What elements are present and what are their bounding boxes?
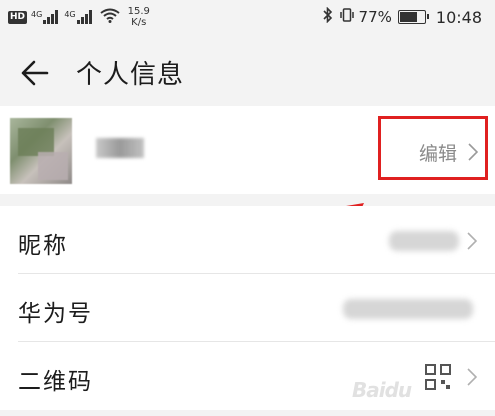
battery-percent: 77% — [358, 8, 392, 26]
status-left: HD 4G 4G 15.9 K/s — [8, 6, 150, 28]
sim2-network-label: 4G — [64, 10, 76, 19]
battery-icon — [397, 10, 429, 24]
nickname-value-redacted — [389, 231, 459, 251]
info-list: 昵称 华为号 二维码 — [0, 206, 495, 410]
profile-name-redacted — [96, 138, 144, 158]
nickname-label: 昵称 — [18, 233, 68, 259]
huawei-id-value-redacted — [343, 299, 473, 319]
list-item-nickname[interactable]: 昵称 — [0, 206, 495, 274]
app-header: 个人信息 — [0, 40, 495, 102]
edit-profile-button[interactable]: 编辑 — [378, 116, 488, 180]
edit-label: 编辑 — [419, 143, 458, 165]
page-title: 个人信息 — [76, 60, 185, 90]
signal-icon-sim1: 4G — [31, 10, 59, 24]
wifi-icon — [99, 8, 120, 27]
status-right: 77% 10:48 — [322, 6, 482, 27]
clock: 10:48 — [435, 7, 482, 27]
network-speed-unit: K/s — [131, 17, 147, 28]
battery-fill — [399, 12, 417, 22]
hd-badge: HD — [8, 10, 28, 24]
chevron-right-icon — [467, 232, 478, 254]
signal-icon-sim2: 4G — [64, 10, 92, 24]
qr-code-label: 二维码 — [18, 369, 93, 395]
list-item-qr-code[interactable]: 二维码 — [0, 342, 495, 410]
battery-tip — [426, 14, 429, 19]
list-item-huawei-id[interactable]: 华为号 — [0, 274, 495, 342]
bluetooth-icon — [322, 6, 333, 27]
sim1-network-label: 4G — [31, 10, 43, 19]
watermark: Baidu — [352, 378, 412, 402]
avatar[interactable] — [10, 118, 72, 184]
status-bar: HD 4G 4G 15.9 K/s 77% 10:48 — [0, 0, 495, 36]
back-arrow-icon[interactable] — [20, 58, 50, 88]
chevron-right-icon — [468, 143, 479, 165]
huawei-id-label: 华为号 — [18, 301, 93, 327]
qr-code-icon — [425, 364, 451, 394]
vibrate-icon — [339, 7, 355, 27]
chevron-right-icon — [467, 368, 478, 390]
network-speed: 15.9 K/s — [128, 6, 150, 28]
network-speed-value: 15.9 — [127, 6, 150, 17]
